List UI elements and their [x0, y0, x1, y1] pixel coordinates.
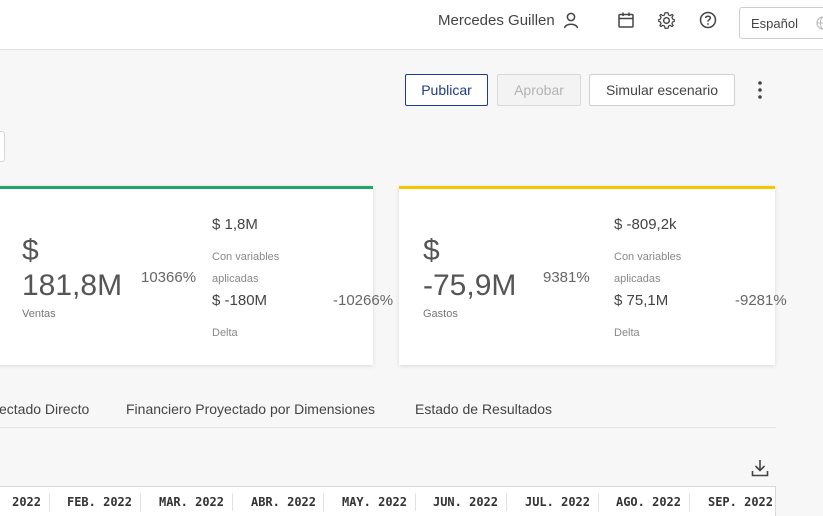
expenses-label: Gastos — [423, 308, 458, 320]
more-vert-icon[interactable] — [750, 78, 770, 102]
help-icon[interactable] — [699, 11, 717, 29]
month-header: ABR. 2022 — [250, 495, 316, 509]
tab-financiero-dimensiones[interactable]: Financiero Proyectado por Dimensiones — [126, 401, 375, 417]
user-menu[interactable]: Mercedes Guillen — [438, 12, 579, 29]
report-tabs: ectado Directo Financiero Proyectado por… — [0, 394, 776, 428]
sales-kpi-card: $ 181,8M Ventas 10366% $ 1,8M Con variab… — [0, 186, 393, 365]
table-header-row: 2022 FEB. 2022 MAR. 2022 ABR. 2022 MAY. … — [0, 486, 776, 516]
month-header: MAY. 2022 — [341, 495, 407, 509]
sales-currency: $ — [22, 234, 39, 267]
download-icon[interactable] — [750, 458, 770, 478]
expenses-delta-label: Delta — [614, 327, 640, 339]
user-icon — [563, 12, 579, 29]
calendar-icon[interactable] — [617, 11, 635, 29]
month-header: JUL. 2022 — [524, 495, 590, 509]
approve-button[interactable]: Aprobar — [497, 74, 581, 106]
filter-input-edge[interactable] — [0, 131, 5, 162]
globe-icon — [816, 16, 823, 30]
month-header: JUN. 2022 — [432, 495, 498, 509]
expenses-variables-label: Con variables aplicadas — [614, 251, 682, 285]
user-name: Mercedes Guillen — [438, 12, 555, 29]
gear-icon[interactable] — [657, 11, 676, 30]
language-select[interactable]: Español — [739, 7, 823, 39]
expenses-delta-value: $ 75,1M — [614, 292, 669, 309]
expenses-value: -75,9M — [423, 269, 517, 302]
month-header: 2022 — [12, 495, 41, 509]
expenses-delta-pct: -9281% — [735, 292, 787, 309]
sales-pct: 10366% — [141, 269, 197, 286]
expenses-pct: 9381% — [543, 269, 590, 286]
tab-estado-resultados[interactable]: Estado de Resultados — [415, 401, 552, 417]
simulate-scenario-button[interactable]: Simular escenario — [589, 74, 735, 106]
sales-variables-value: $ 1,8M — [212, 216, 258, 233]
publish-button[interactable]: Publicar — [405, 74, 488, 106]
sales-value: 181,8M — [22, 269, 123, 302]
tab-proyectado-directo[interactable]: ectado Directo — [0, 401, 89, 417]
month-header: FEB. 2022 — [66, 495, 132, 509]
month-header: MAR. 2022 — [158, 495, 224, 509]
sales-delta-pct: -10266% — [333, 292, 394, 309]
month-header: AGO. 2022 — [615, 495, 681, 509]
expenses-variables-value: $ -809,2k — [614, 216, 677, 233]
month-header: SEP. 2022 — [707, 495, 773, 509]
expenses-kpi-card: $ -75,9M Gastos 9381% $ -809,2k Con vari… — [399, 186, 787, 365]
sales-delta-value: $ -180M — [212, 292, 268, 309]
language-label: Español — [751, 16, 798, 31]
sales-variables-label: Con variables aplicadas — [212, 251, 280, 285]
top-bar: Mercedes Guillen Español — [0, 0, 823, 50]
sales-label: Ventas — [22, 308, 56, 320]
sales-delta-label: Delta — [212, 327, 238, 339]
expenses-currency: $ — [423, 234, 440, 267]
